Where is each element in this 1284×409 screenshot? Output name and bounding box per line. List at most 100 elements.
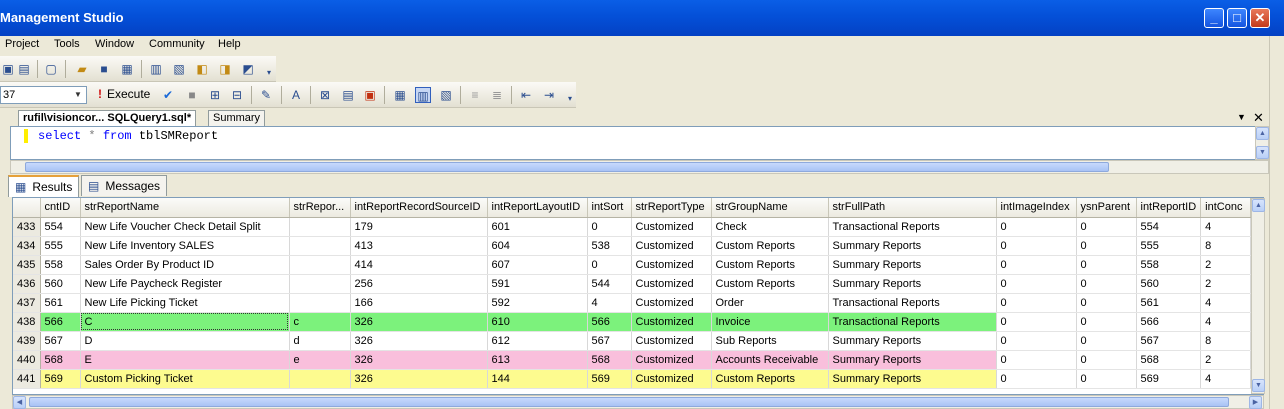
table-cell[interactable]: 326: [350, 350, 488, 370]
maximize-button[interactable]: □: [1227, 8, 1247, 28]
table-cell[interactable]: Customized: [631, 293, 712, 313]
row-number-cell[interactable]: 433: [13, 217, 41, 237]
results-to-file-icon[interactable]: ▥: [415, 87, 431, 103]
table-cell[interactable]: 569: [40, 369, 81, 389]
close-tab-icon[interactable]: ✕: [1253, 110, 1264, 126]
table-cell[interactable]: Invoice: [711, 312, 829, 332]
save-all-icon[interactable]: ▦: [119, 61, 135, 77]
table-cell[interactable]: 538: [587, 236, 632, 256]
table-cell[interactable]: Sales Order By Product ID: [80, 255, 290, 275]
table-row[interactable]: 437 561 New Life Picking Ticket 166 592 4 Cust…: [13, 293, 1252, 313]
table-cell[interactable]: 558: [1136, 255, 1202, 275]
parse-checkmark-icon[interactable]: ✔: [160, 87, 176, 103]
toolbar-options-icon[interactable]: ▾: [261, 65, 277, 81]
table-cell[interactable]: Custom Reports: [711, 369, 829, 389]
table-cell[interactable]: 326: [350, 369, 488, 389]
results-to-grid-icon[interactable]: ▦: [392, 87, 408, 103]
table-cell[interactable]: 0: [1076, 293, 1137, 313]
table-cell[interactable]: Summary Reports: [828, 255, 997, 275]
tab-results[interactable]: ▦ Results: [8, 175, 80, 197]
scroll-right-icon[interactable]: ▶: [1249, 396, 1262, 409]
table-cell[interactable]: 166: [350, 293, 488, 313]
column-header[interactable]: ysnParent: [1076, 198, 1137, 218]
intellisense-icon[interactable]: A: [288, 87, 304, 103]
table-cell[interactable]: 560: [40, 274, 81, 294]
table-cell[interactable]: 4: [1200, 312, 1252, 332]
table-cell[interactable]: 2: [1200, 350, 1252, 370]
toolbar-options-icon[interactable]: ▾: [562, 91, 578, 107]
table-cell[interactable]: 569: [587, 369, 632, 389]
column-header[interactable]: intImageIndex: [996, 198, 1077, 218]
column-header[interactable]: cntID: [40, 198, 81, 218]
table-cell[interactable]: New Life Voucher Check Detail Split: [80, 217, 290, 237]
table-cell[interactable]: Transactional Reports: [828, 312, 997, 332]
table-cell[interactable]: 544: [587, 274, 632, 294]
table-cell[interactable]: Summary Reports: [828, 369, 997, 389]
scroll-up-icon[interactable]: ▲: [1256, 127, 1269, 140]
save-icon[interactable]: ■: [96, 61, 112, 77]
table-cell[interactable]: 568: [40, 350, 81, 370]
table-cell[interactable]: [289, 255, 351, 275]
table-cell[interactable]: 560: [1136, 274, 1202, 294]
column-header[interactable]: strReportType: [631, 198, 712, 218]
row-number-cell[interactable]: 441: [13, 369, 41, 389]
table-cell[interactable]: c: [289, 312, 351, 332]
available-databases-combo[interactable]: 37 ▼: [0, 86, 87, 104]
table-cell[interactable]: Summary Reports: [828, 350, 997, 370]
registered-servers-icon[interactable]: ▥: [148, 61, 164, 77]
table-cell[interactable]: 0: [1076, 274, 1137, 294]
table-cell[interactable]: Order: [711, 293, 829, 313]
table-cell[interactable]: 0: [996, 293, 1077, 313]
minimize-button[interactable]: _: [1204, 8, 1224, 28]
table-cell[interactable]: [289, 217, 351, 237]
table-cell[interactable]: 610: [487, 312, 588, 332]
table-cell[interactable]: [289, 293, 351, 313]
table-cell[interactable]: Check: [711, 217, 829, 237]
scroll-thumb[interactable]: [29, 397, 1229, 407]
query-designer-icon[interactable]: ⊟: [229, 87, 245, 103]
table-cell[interactable]: 0: [996, 255, 1077, 275]
table-cell[interactable]: 567: [40, 331, 81, 351]
table-cell[interactable]: 568: [587, 350, 632, 370]
table-cell[interactable]: D: [80, 331, 290, 351]
table-cell[interactable]: 591: [487, 274, 588, 294]
table-cell[interactable]: 612: [487, 331, 588, 351]
table-cell[interactable]: Summary Reports: [828, 236, 997, 256]
table-row[interactable]: 433 554 New Life Voucher Check Detail Spli…: [13, 217, 1252, 237]
table-cell[interactable]: Custom Picking Ticket: [80, 369, 290, 389]
grid-vertical-scrollbar[interactable]: ▲ ▼: [1251, 198, 1265, 394]
table-cell[interactable]: 4: [1200, 293, 1252, 313]
table-row[interactable]: 441 569 Custom Picking Ticket 326 144 569 Cust…: [13, 369, 1252, 389]
menu-project[interactable]: Project: [5, 38, 39, 50]
table-cell[interactable]: 2: [1200, 274, 1252, 294]
increase-indent-icon[interactable]: ⇥: [541, 87, 557, 103]
table-cell[interactable]: 0: [1076, 255, 1137, 275]
table-cell[interactable]: Customized: [631, 236, 712, 256]
table-cell[interactable]: Transactional Reports: [828, 217, 997, 237]
table-cell[interactable]: 8: [1200, 236, 1252, 256]
table-cell[interactable]: [289, 274, 351, 294]
query-text[interactable]: select * from tblSMReport: [38, 129, 218, 143]
table-cell[interactable]: 413: [350, 236, 488, 256]
table-cell[interactable]: 554: [1136, 217, 1202, 237]
cancel-query-icon[interactable]: ■: [184, 87, 200, 103]
scroll-up-icon[interactable]: ▲: [1252, 199, 1265, 212]
table-cell[interactable]: 561: [40, 293, 81, 313]
table-cell[interactable]: 414: [350, 255, 488, 275]
table-cell[interactable]: [289, 369, 351, 389]
table-cell[interactable]: New Life Picking Ticket: [80, 293, 290, 313]
results-to-text-icon[interactable]: ▣: [362, 87, 378, 103]
table-cell[interactable]: 0: [996, 217, 1077, 237]
tab-sqlquery1[interactable]: rufil\visioncor... SQLQuery1.sql*: [18, 110, 197, 126]
row-number-cell[interactable]: 440: [13, 350, 41, 370]
properties-window-icon[interactable]: ◨: [217, 61, 233, 77]
row-number-cell[interactable]: 438: [13, 312, 41, 332]
table-cell[interactable]: d: [289, 331, 351, 351]
table-cell[interactable]: Customized: [631, 331, 712, 351]
table-cell[interactable]: Transactional Reports: [828, 293, 997, 313]
table-cell[interactable]: 568: [1136, 350, 1202, 370]
table-cell[interactable]: 607: [487, 255, 588, 275]
table-cell[interactable]: 555: [1136, 236, 1202, 256]
display-estimated-plan-icon[interactable]: ⊞: [207, 87, 223, 103]
table-cell[interactable]: 0: [996, 350, 1077, 370]
